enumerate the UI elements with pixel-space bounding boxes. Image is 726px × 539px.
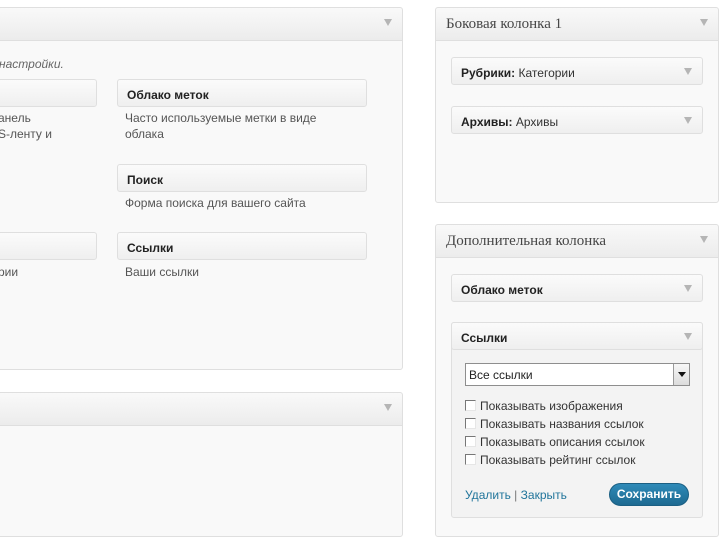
- available-widget-search[interactable]: Поиск: [117, 164, 367, 192]
- checkbox-row-show-images[interactable]: Показывать изображения: [465, 399, 623, 415]
- available-widget-partial-2[interactable]: [0, 232, 97, 260]
- available-widget-search-desc: Форма поиска для вашего сайта: [125, 196, 306, 210]
- sidebar-1-panel: Боковая колонка 1: [435, 7, 719, 203]
- checkbox-label: Показывать рейтинг ссылок: [480, 453, 636, 467]
- checkbox-icon[interactable]: [465, 418, 476, 429]
- sidebar-2-header[interactable]: Дополнительная колонка: [436, 225, 718, 258]
- widget-title: Ссылки: [127, 241, 174, 255]
- delete-link[interactable]: Удалить: [465, 488, 511, 502]
- available-widget-partial-1-desc: анель S-ленту и: [0, 111, 52, 141]
- sidebar-2-title: Дополнительная колонка: [446, 233, 607, 249]
- available-widget-tag-cloud-desc: Часто используемые метки в виде облака: [125, 111, 317, 141]
- inactive-widgets-panel: [0, 392, 403, 537]
- toggle-arrow-icon[interactable]: [384, 19, 392, 26]
- widget-actions: Удалить | Закрыть: [465, 488, 567, 502]
- sidebar-2-widget-tag-cloud[interactable]: Облако меток: [451, 274, 703, 302]
- widget-title: Архивы: Архивы: [461, 115, 559, 129]
- checkbox-icon[interactable]: [465, 454, 476, 465]
- widget-title: Ссылки: [461, 331, 508, 345]
- widget-title: Облако меток: [461, 283, 543, 297]
- available-widget-partial-1[interactable]: [0, 79, 97, 107]
- available-widgets-intro: настройки.: [0, 57, 64, 71]
- available-widget-links-desc: Ваши ссылки: [125, 265, 199, 279]
- available-widgets-header[interactable]: [0, 8, 402, 41]
- close-link[interactable]: Закрыть: [521, 488, 567, 502]
- sidebar-2-widget-links-header[interactable]: Ссылки: [451, 322, 703, 350]
- checkbox-label: Показывать описания ссылок: [480, 435, 645, 449]
- sidebar-1-title: Боковая колонка 1: [446, 16, 563, 32]
- checkbox-row-show-rating[interactable]: Показывать рейтинг ссылок: [465, 453, 635, 469]
- dropdown-arrow-icon[interactable]: [673, 364, 689, 385]
- checkbox-icon[interactable]: [465, 436, 476, 447]
- available-widget-tag-cloud[interactable]: Облако меток: [117, 79, 367, 107]
- toggle-arrow-icon[interactable]: [384, 404, 392, 411]
- checkbox-row-show-descriptions[interactable]: Показывать описания ссылок: [465, 435, 645, 451]
- widget-title: Облако меток: [127, 88, 209, 102]
- toggle-arrow-icon[interactable]: [700, 236, 708, 243]
- checkbox-icon[interactable]: [465, 400, 476, 411]
- inactive-widgets-header[interactable]: [0, 393, 402, 426]
- widget-title: Поиск: [127, 173, 164, 187]
- chevron-down-icon[interactable]: [684, 285, 692, 292]
- checkbox-label: Показывать названия ссылок: [480, 417, 644, 431]
- checkbox-row-show-names[interactable]: Показывать названия ссылок: [465, 417, 644, 433]
- chevron-down-icon[interactable]: [684, 333, 692, 340]
- available-widget-partial-2-desc: рии: [0, 265, 19, 279]
- save-button[interactable]: Сохранить: [609, 483, 689, 506]
- widget-title: Рубрики: Категории: [461, 66, 575, 80]
- sidebar-1-widget-categories[interactable]: Рубрики: Категории: [451, 57, 703, 85]
- links-category-select[interactable]: Все ссылки: [465, 363, 690, 386]
- links-category-select-value: Все ссылки: [469, 368, 533, 382]
- checkbox-label: Показывать изображения: [480, 399, 623, 413]
- chevron-down-icon[interactable]: [684, 68, 692, 75]
- available-widget-links[interactable]: Ссылки: [117, 232, 367, 260]
- sidebar-1-header[interactable]: Боковая колонка 1: [436, 8, 718, 41]
- toggle-arrow-icon[interactable]: [700, 19, 708, 26]
- sidebar-1-widget-archives[interactable]: Архивы: Архивы: [451, 106, 703, 134]
- chevron-down-icon[interactable]: [684, 117, 692, 124]
- sidebar-2-widget-links-expanded: Ссылки Все ссылки Показывать изображения…: [451, 322, 703, 518]
- actions-separator: |: [514, 488, 518, 502]
